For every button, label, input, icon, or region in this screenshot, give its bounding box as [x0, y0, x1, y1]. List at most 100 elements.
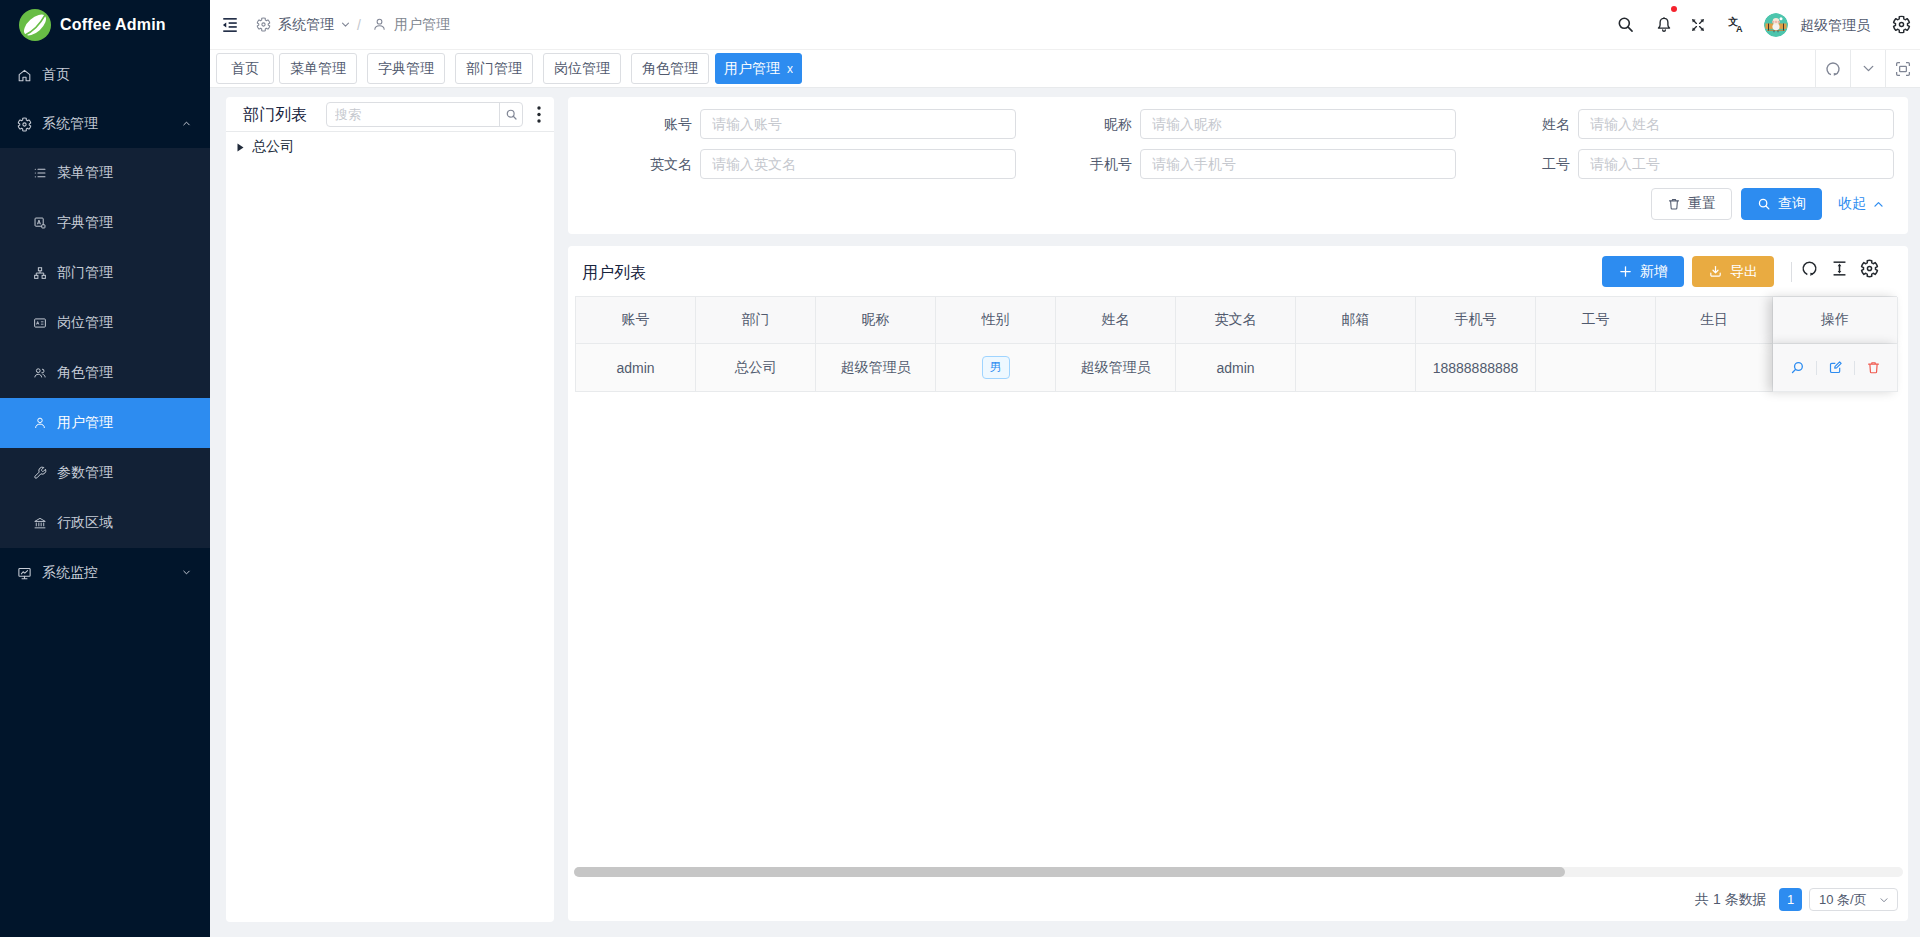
department-panel-header: 部门列表: [226, 97, 554, 132]
sidebar-item-user-mgmt[interactable]: 用户管理: [0, 398, 210, 448]
scrollbar-thumb[interactable]: [574, 867, 1565, 877]
chevron-down-icon: [1860, 60, 1877, 77]
tabs-menu-button[interactable]: [1850, 50, 1885, 87]
tree-node-company[interactable]: 总公司: [237, 138, 294, 156]
row-actions: [1790, 360, 1881, 375]
search-icon: [1757, 197, 1771, 211]
column-header[interactable]: 手机号: [1416, 297, 1536, 344]
job-no-input[interactable]: [1578, 149, 1894, 179]
sidebar-item-dict-mgmt[interactable]: 字典管理: [0, 198, 210, 248]
view-row-button[interactable]: [1790, 360, 1805, 375]
fullscreen-button[interactable]: [1689, 16, 1707, 34]
sidebar-item-dept-mgmt[interactable]: 部门管理: [0, 248, 210, 298]
column-header[interactable]: 生日: [1656, 297, 1773, 344]
department-panel-title: 部门列表: [243, 105, 307, 126]
phone-input[interactable]: [1140, 149, 1456, 179]
user-avatar[interactable]: [1764, 13, 1788, 37]
add-button[interactable]: 新增: [1602, 256, 1684, 287]
tree-caret-icon[interactable]: [237, 143, 244, 152]
department-more-button[interactable]: [532, 102, 546, 127]
sidebar-item-home[interactable]: 首页: [0, 50, 210, 100]
search-icon: [505, 108, 518, 121]
account-input[interactable]: [700, 109, 1016, 139]
user-list-title: 用户列表: [582, 263, 646, 284]
pagination-page-1[interactable]: 1: [1779, 888, 1802, 911]
sidebar-item-system[interactable]: 系统管理: [0, 100, 210, 148]
column-header[interactable]: 性别: [936, 297, 1056, 344]
column-header-actions[interactable]: 操作: [1773, 297, 1898, 344]
column-header[interactable]: 账号: [576, 297, 696, 344]
column-settings-button[interactable]: [1860, 259, 1879, 278]
notification-button[interactable]: [1655, 15, 1673, 34]
tab-close-icon[interactable]: x: [787, 63, 793, 75]
actions-divider: [1854, 361, 1855, 375]
table-refresh-button[interactable]: [1800, 259, 1819, 278]
collapse-link[interactable]: 收起: [1838, 188, 1885, 220]
tab-dept-mgmt[interactable]: 部门管理: [455, 53, 533, 84]
maximize-icon: [1894, 60, 1912, 78]
nickname-input[interactable]: [1140, 109, 1456, 139]
tab-home[interactable]: 首页: [216, 53, 274, 84]
cell-name: 超级管理员: [1056, 344, 1176, 392]
department-search-input[interactable]: [327, 103, 499, 126]
trash-icon: [1866, 360, 1881, 375]
tab-menu-mgmt[interactable]: 菜单管理: [279, 53, 357, 84]
department-search-button[interactable]: [499, 103, 522, 126]
sidebar-item-region-mgmt[interactable]: 行政区域: [0, 498, 210, 548]
user-name[interactable]: 超级管理员: [1800, 17, 1870, 35]
pagination-total: 共 1 条数据: [1695, 891, 1767, 909]
export-button[interactable]: 导出: [1692, 256, 1774, 287]
actions-divider: [1816, 361, 1817, 375]
chevron-down-icon: [1878, 894, 1890, 906]
name-input[interactable]: [1578, 109, 1894, 139]
sidebar-item-param-mgmt[interactable]: 参数管理: [0, 448, 210, 498]
field-label-account: 账号: [602, 109, 692, 139]
delete-row-button[interactable]: [1866, 360, 1881, 375]
sidebar-item-label: 部门管理: [57, 264, 113, 282]
sidebar-item-label: 角色管理: [57, 364, 113, 382]
tabs-refresh-button[interactable]: [1815, 50, 1850, 87]
sidebar-item-label: 参数管理: [57, 464, 113, 482]
header-right: 文A 超级管理员: [210, 0, 1920, 49]
header-search-button[interactable]: [1616, 15, 1635, 34]
column-header[interactable]: 邮箱: [1296, 297, 1416, 344]
settings-button[interactable]: [1892, 15, 1911, 34]
tab-label: 部门管理: [466, 60, 522, 78]
en-name-input[interactable]: [700, 149, 1016, 179]
tab-role-mgmt[interactable]: 角色管理: [631, 53, 709, 84]
table-row[interactable]: admin 总公司 超级管理员 男 超级管理员 admin 1888888888…: [576, 344, 1897, 392]
translate-icon: 文A: [1727, 15, 1746, 34]
cell-job-no: [1536, 344, 1656, 392]
tab-label: 菜单管理: [290, 60, 346, 78]
field-label-name: 姓名: [1480, 109, 1570, 139]
reset-button[interactable]: 重置: [1651, 188, 1732, 220]
cell-en-name: admin: [1176, 344, 1296, 392]
column-header[interactable]: 昵称: [816, 297, 936, 344]
sidebar-item-menu-mgmt[interactable]: 菜单管理: [0, 148, 210, 198]
row-height-button[interactable]: [1830, 259, 1849, 278]
tab-user-mgmt-active[interactable]: 用户管理 x: [715, 53, 802, 84]
refresh-icon: [1824, 60, 1842, 78]
edit-row-button[interactable]: [1828, 360, 1843, 375]
cell-phone: 18888888888: [1416, 344, 1536, 392]
tabs-fullscreen-button[interactable]: [1885, 50, 1920, 87]
column-header[interactable]: 工号: [1536, 297, 1656, 344]
pagination: 共 1 条数据 1 10 条/页: [568, 883, 1908, 921]
tab-label: 字典管理: [378, 60, 434, 78]
tab-post-mgmt[interactable]: 岗位管理: [543, 53, 621, 84]
app-logo[interactable]: Coffee Admin: [0, 0, 210, 50]
column-header[interactable]: 姓名: [1056, 297, 1176, 344]
query-button-label: 查询: [1778, 195, 1806, 213]
column-header[interactable]: 英文名: [1176, 297, 1296, 344]
avatar-image: [1764, 13, 1788, 37]
query-button[interactable]: 查询: [1741, 188, 1822, 220]
sidebar-item-monitor[interactable]: 系统监控: [0, 548, 210, 598]
table-header-row: 账号 部门 昵称 性别 姓名 英文名 邮箱 手机号 工号 生日 操作: [576, 297, 1897, 344]
search-icon: [1616, 15, 1635, 34]
sidebar-item-role-mgmt[interactable]: 角色管理: [0, 348, 210, 398]
sidebar-item-post-mgmt[interactable]: 岗位管理: [0, 298, 210, 348]
language-button[interactable]: 文A: [1727, 15, 1746, 34]
page-size-select[interactable]: 10 条/页: [1809, 888, 1898, 911]
tab-dict-mgmt[interactable]: 字典管理: [367, 53, 445, 84]
column-header[interactable]: 部门: [696, 297, 816, 344]
